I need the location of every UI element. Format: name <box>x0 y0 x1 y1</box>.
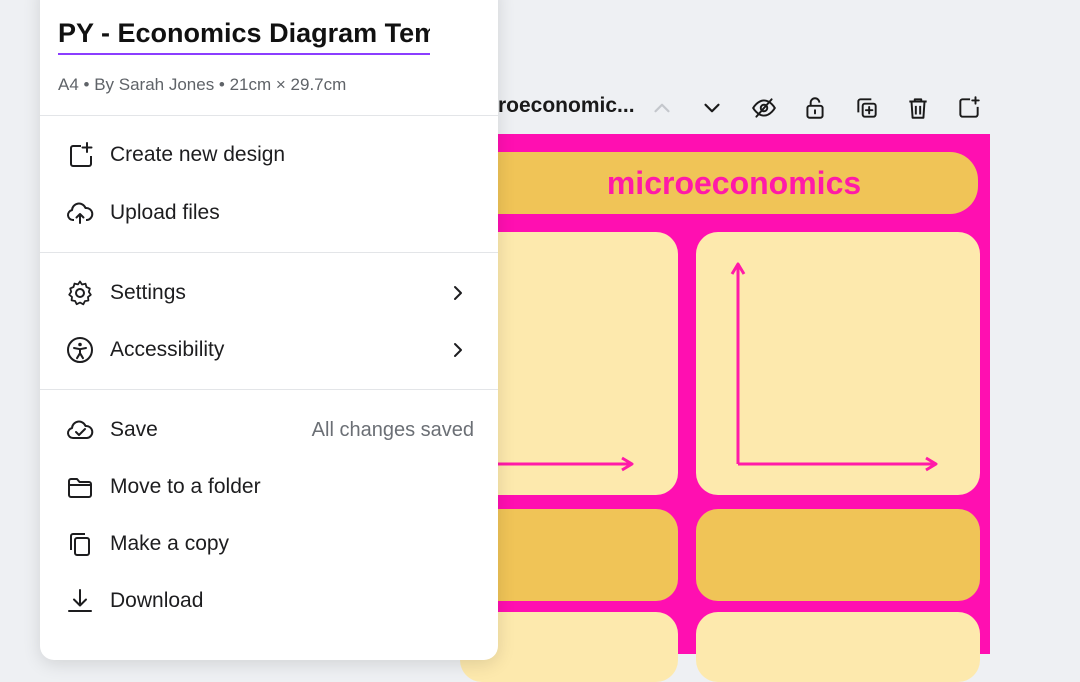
hide-icon <box>752 98 776 118</box>
duplicate-icon <box>857 98 877 118</box>
folder-icon <box>66 473 94 501</box>
move-to-folder-item[interactable]: Move to a folder <box>40 462 498 512</box>
move-page-down-button[interactable] <box>694 90 730 126</box>
hide-page-button[interactable] <box>746 90 782 126</box>
settings-item[interactable]: Settings <box>40 268 498 318</box>
cloud-upload-icon <box>66 199 94 227</box>
copy-icon <box>66 530 94 558</box>
move-page-up-button[interactable] <box>644 90 680 126</box>
page-toolbar: roeconomic... <box>498 88 1080 128</box>
chevron-right-icon <box>454 343 462 357</box>
create-new-design-item[interactable]: Create new design <box>40 130 498 180</box>
trash-icon <box>909 98 927 119</box>
plus-square-icon <box>66 141 94 169</box>
accessibility-icon <box>66 336 94 364</box>
menu-divider <box>40 115 498 116</box>
menu-divider <box>40 389 498 390</box>
page-title[interactable]: roeconomic... <box>498 94 635 118</box>
menu-item-label: Settings <box>110 281 186 304</box>
chevron-up-icon <box>654 103 670 113</box>
menu-item-label: Make a copy <box>110 532 230 555</box>
menu-item-label: Move to a folder <box>110 475 261 498</box>
diagram-axes <box>480 262 938 472</box>
add-page-icon <box>959 96 980 118</box>
download-icon <box>66 587 94 615</box>
chevron-down-icon <box>704 103 720 113</box>
make-a-copy-item[interactable]: Make a copy <box>40 519 498 569</box>
design-title-input[interactable] <box>58 18 430 55</box>
menu-divider <box>40 252 498 253</box>
chevron-right-icon <box>454 286 462 300</box>
duplicate-page-button[interactable] <box>849 90 885 126</box>
lock-icon <box>806 97 824 119</box>
cloud-check-icon <box>66 416 94 444</box>
save-status: All changes saved <box>311 418 474 441</box>
menu-item-label: Save <box>110 418 158 441</box>
add-page-button[interactable] <box>951 90 987 126</box>
design-canvas[interactable]: microeconomics <box>440 134 990 682</box>
design-meta: A4 • By Sarah Jones • 21cm × 29.7cm <box>58 75 347 94</box>
save-item[interactable]: Save All changes saved <box>40 405 498 455</box>
delete-page-button[interactable] <box>900 90 936 126</box>
menu-item-label: Create new design <box>110 143 286 166</box>
accessibility-item[interactable]: Accessibility <box>40 325 498 375</box>
upload-files-item[interactable]: Upload files <box>40 188 498 238</box>
gear-icon <box>66 279 94 307</box>
menu-item-label: Download <box>110 589 204 612</box>
download-item[interactable]: Download <box>40 576 498 626</box>
file-menu: A4 • By Sarah Jones • 21cm × 29.7cm Crea… <box>40 0 498 660</box>
lock-page-button[interactable] <box>797 90 833 126</box>
menu-item-label: Accessibility <box>110 338 225 361</box>
menu-item-label: Upload files <box>110 201 220 224</box>
